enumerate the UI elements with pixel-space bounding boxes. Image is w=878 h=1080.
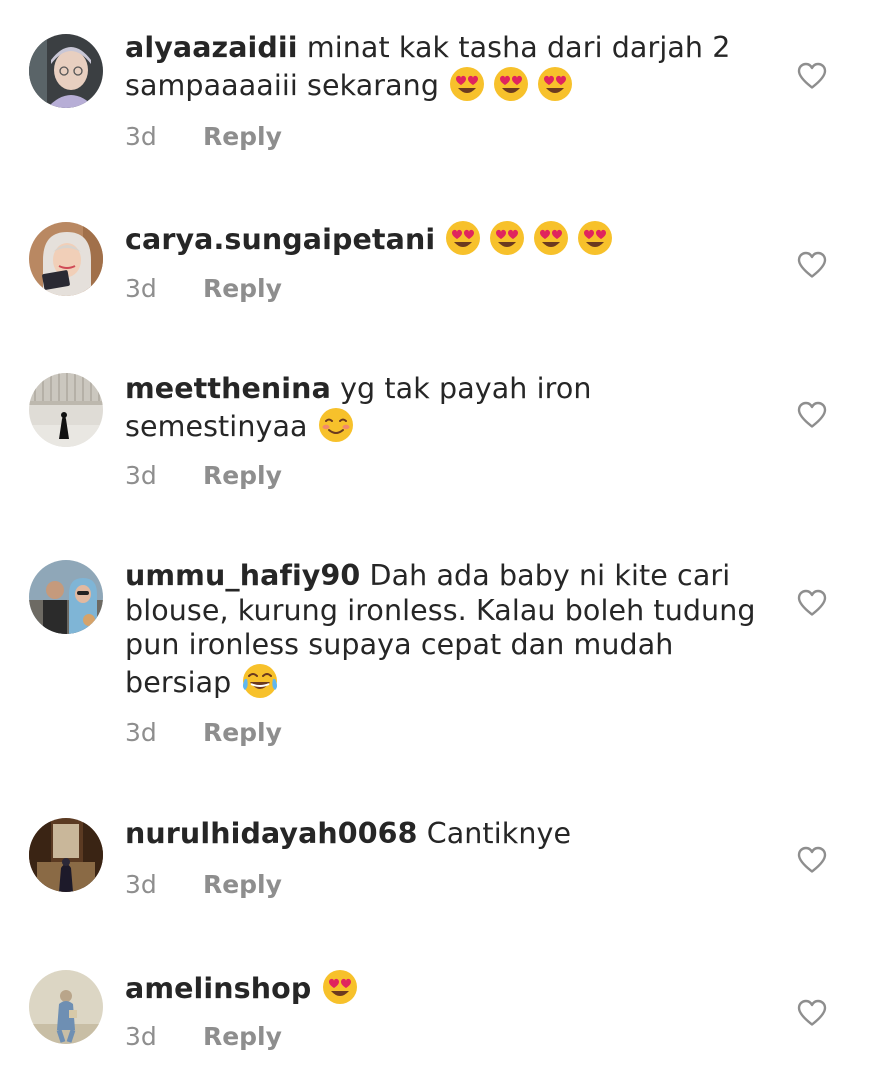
comment-time: 3d [125, 870, 157, 899]
like-heart-icon[interactable] [797, 401, 827, 429]
comment-username[interactable]: meetthenina [125, 372, 331, 405]
avatar[interactable] [29, 373, 103, 447]
reply-button[interactable]: Reply [203, 461, 282, 490]
comment-time: 3d [125, 274, 157, 303]
reply-button[interactable]: Reply [203, 122, 282, 151]
comment-text: amelinshop [125, 969, 765, 1007]
avatar[interactable] [29, 34, 103, 108]
smiling-blush-emoji [317, 407, 355, 443]
comment-text: ummu_hafiy90 Dah ada baby ni kite cari b… [125, 559, 765, 700]
like-heart-icon[interactable] [797, 589, 827, 617]
like-heart-icon[interactable] [797, 846, 827, 874]
avatar[interactable] [29, 222, 103, 296]
like-heart-icon[interactable] [797, 251, 827, 279]
comment-username[interactable]: carya.sungaipetani [125, 223, 435, 256]
heart-eyes-emoji [321, 969, 359, 1005]
comment-text: meetthenina yg tak payah iron semestinya… [125, 372, 765, 444]
comment-text: alyaazaidii minat kak tasha dari darjah … [125, 31, 765, 103]
comment-time: 3d [125, 718, 157, 747]
reply-button[interactable]: Reply [203, 1022, 282, 1051]
comment-time: 3d [125, 461, 157, 490]
avatar[interactable] [29, 560, 103, 634]
heart-eyes-emoji [576, 220, 614, 256]
heart-eyes-emoji [488, 220, 526, 256]
reply-button[interactable]: Reply [203, 274, 282, 303]
comment-username[interactable]: alyaazaidii [125, 31, 298, 64]
heart-eyes-emoji [532, 220, 570, 256]
like-heart-icon[interactable] [797, 999, 827, 1027]
reply-button[interactable]: Reply [203, 870, 282, 899]
comment-username[interactable]: nurulhidayah0068 [125, 817, 418, 850]
heart-eyes-emoji [444, 220, 482, 256]
comment-text: nurulhidayah0068 Cantiknye [125, 817, 765, 852]
comment-username[interactable]: amelinshop [125, 972, 311, 1005]
reply-button[interactable]: Reply [203, 718, 282, 747]
heart-eyes-emoji [536, 66, 574, 102]
comment-message: Cantiknye [426, 817, 572, 850]
heart-eyes-emoji [448, 66, 486, 102]
heart-eyes-emoji [492, 66, 530, 102]
comment-time: 3d [125, 122, 157, 151]
comment-text: carya.sungaipetani [125, 220, 765, 258]
avatar[interactable] [29, 818, 103, 892]
like-heart-icon[interactable] [797, 62, 827, 90]
avatar[interactable] [29, 970, 103, 1044]
comment-time: 3d [125, 1022, 157, 1051]
comment-username[interactable]: ummu_hafiy90 [125, 559, 360, 592]
tears-of-joy-emoji [241, 663, 279, 699]
